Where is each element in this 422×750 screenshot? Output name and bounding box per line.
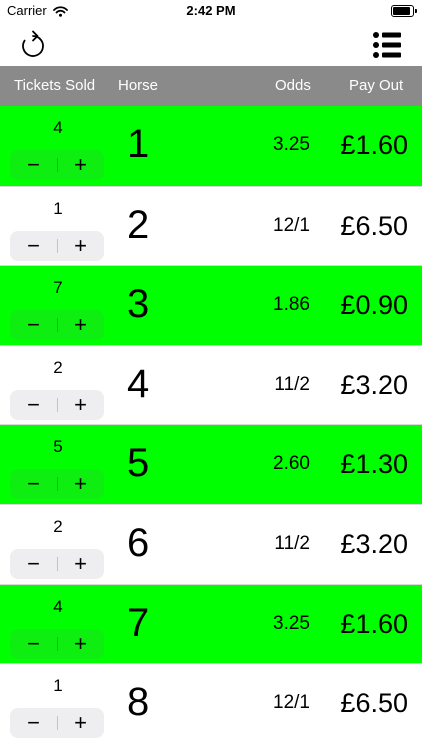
decrement-button[interactable]: − [10,549,57,579]
odds-value: 2.60 [273,453,310,475]
odds-value: 11/2 [274,373,310,395]
horse-number: 6 [127,520,150,565]
tickets-sold-count: 5 [53,437,63,457]
table-row[interactable]: 7 − + 3 1.86 £0.90 [0,265,422,345]
tickets-sold-count: 2 [53,516,63,536]
horse-number: 5 [127,441,150,486]
table-row[interactable]: 1 − + 2 12/1 £6.50 [0,185,422,266]
increment-button[interactable]: + [57,549,104,579]
refresh-button[interactable] [16,28,50,62]
payout-value: £1.60 [340,130,408,160]
horse-list: 4 − + 1 3.25 £1.60 1 − + 2 12/1 £6.50 7 … [0,106,422,743]
battery-icon [391,5,417,17]
increment-button[interactable]: + [57,629,104,659]
table-row[interactable]: 2 − + 6 11/2 £3.20 [0,503,422,584]
tickets-sold-count: 7 [53,278,63,298]
odds-value: 12/1 [273,692,310,714]
decrement-button[interactable]: − [10,708,57,738]
nav-bar [0,22,422,66]
payout-value: £1.30 [340,449,408,480]
status-bar: Carrier 2:42 PM [0,0,422,22]
table-row[interactable]: 4 − + 1 3.25 £1.60 [0,106,422,186]
tickets-sold-count: 4 [53,596,63,616]
payout-value: £0.90 [340,290,408,321]
payout-value: £6.50 [340,210,408,241]
tickets-sold-count: 4 [53,118,63,137]
tickets-stepper: − + [10,230,104,261]
decrement-button[interactable]: − [10,231,57,261]
increment-button[interactable]: + [57,390,104,420]
odds-value: 12/1 [273,214,310,236]
increment-button[interactable]: + [57,231,104,261]
tickets-stepper: − + [10,389,104,420]
horse-number: 2 [127,202,150,247]
tickets-stepper: − + [10,548,104,579]
increment-button[interactable]: + [57,708,104,738]
odds-value: 1.86 [273,294,310,316]
horse-number: 3 [127,282,150,327]
table-row[interactable]: 1 − + 8 12/1 £6.50 [0,663,422,743]
odds-value: 3.25 [273,134,310,155]
refresh-icon [22,30,44,57]
decrement-button[interactable]: − [10,390,57,420]
increment-button[interactable]: + [57,469,104,499]
header-odds: Odds [275,77,311,94]
odds-value: 11/2 [274,532,310,554]
horse-number: 7 [127,600,150,645]
decrement-button[interactable]: − [10,629,57,659]
payout-value: £1.60 [340,608,408,639]
header-tickets-sold: Tickets Sold [14,77,96,94]
horse-number: 8 [127,680,150,725]
table-row[interactable]: 2 − + 4 11/2 £3.20 [0,344,422,425]
tickets-stepper: − + [10,150,104,180]
payout-value: £6.50 [340,688,408,719]
payout-value: £3.20 [340,369,408,400]
decrement-button[interactable]: − [10,150,57,180]
table-row[interactable]: 4 − + 7 3.25 £1.60 [0,583,422,664]
list-button[interactable] [370,28,404,62]
horse-number: 4 [127,361,150,406]
tickets-sold-count: 2 [53,357,63,377]
tickets-stepper: − + [10,708,104,739]
tickets-sold-count: 1 [53,198,63,218]
increment-button[interactable]: + [57,310,104,340]
list-icon [373,32,401,58]
header-pay-out: Pay Out [349,77,404,94]
tickets-stepper: − + [10,628,104,659]
tickets-stepper: − + [10,469,104,500]
table-row[interactable]: 5 − + 5 2.60 £1.30 [0,424,422,504]
table-header: Tickets Sold Horse Odds Pay Out [0,66,422,106]
tickets-sold-count: 1 [53,676,63,696]
increment-button[interactable]: + [57,150,104,180]
horse-number: 1 [127,122,150,166]
tickets-stepper: − + [10,310,104,341]
clock: 2:42 PM [186,3,236,18]
decrement-button[interactable]: − [10,310,57,340]
payout-value: £3.20 [340,528,408,559]
decrement-button[interactable]: − [10,469,57,499]
odds-value: 3.25 [273,612,310,634]
header-horse: Horse [118,77,159,94]
